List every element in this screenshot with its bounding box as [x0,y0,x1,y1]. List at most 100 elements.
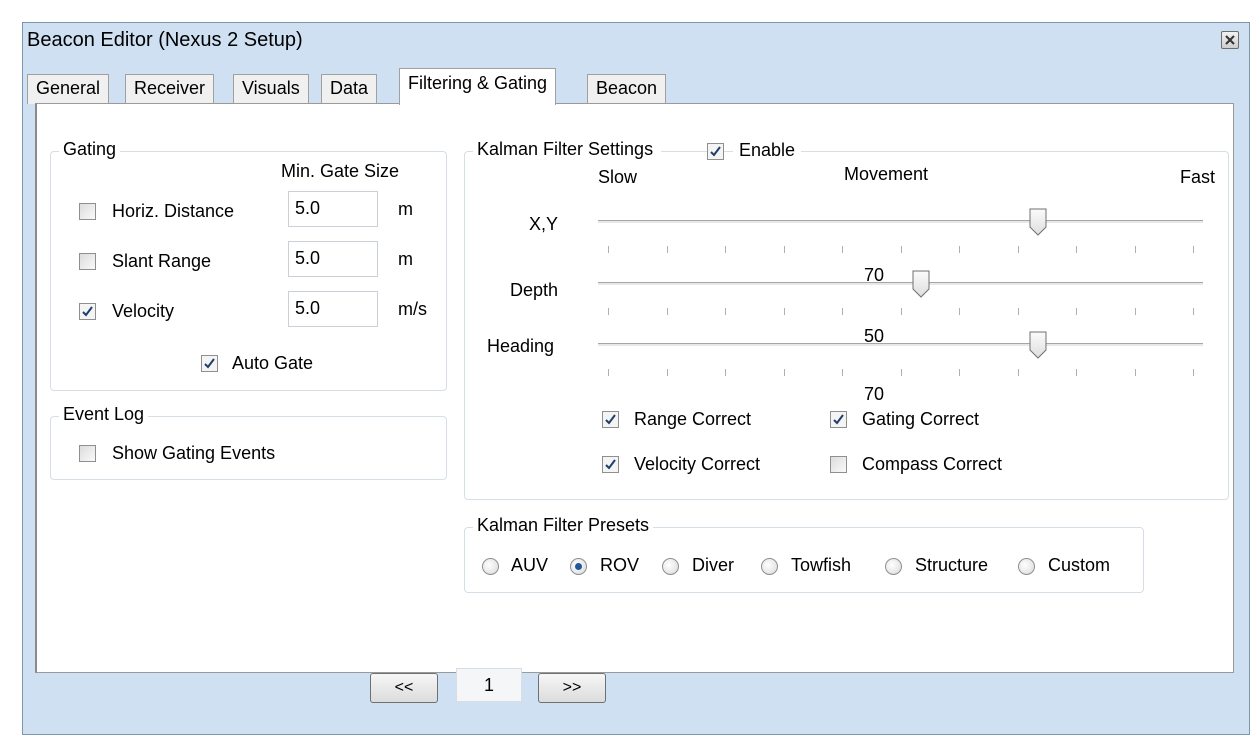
slider-tick [959,369,960,376]
gating-group-title: Gating [59,139,121,160]
window-title: Beacon Editor (Nexus 2 Setup) [27,29,303,51]
checkmark-icon [82,306,93,317]
gating-correct-checkbox[interactable] [830,411,847,428]
preset-auv-label: AUV [511,555,549,575]
tab-beacon[interactable]: Beacon [587,74,667,104]
tab-label: Receiver [134,78,206,98]
slider-scale-fast: Fast [1180,167,1216,187]
velocity-correct-checkbox[interactable] [602,456,619,473]
slider-tick [959,308,960,315]
tab-label: General [36,78,101,98]
depth-slider[interactable] [598,270,1203,328]
slider-tick [900,369,902,376]
gating-correct-label: Gating Correct [862,409,980,429]
slider-tick [1193,246,1194,253]
preset-rov-radio[interactable] [570,558,587,575]
tab-label: Beacon [596,78,658,98]
slider-tick [1134,369,1136,376]
slant-range-input[interactable]: 5.0 [288,241,378,277]
beacon-editor-window: Beacon Editor (Nexus 2 Setup) General Re… [22,22,1250,735]
slider-thumb[interactable] [1029,331,1047,359]
slider-tick [1017,369,1019,376]
checkmark-icon [605,414,616,425]
heading-slider-label: Heading [487,336,555,356]
next-page-button[interactable]: >> [538,673,606,703]
preset-custom-radio[interactable] [1018,558,1035,575]
tab-label: Data [330,78,369,98]
slider-tick [666,369,668,376]
preset-structure-radio[interactable] [885,558,902,575]
slant-range-checkbox[interactable] [79,253,96,270]
compass-correct-label: Compass Correct [862,454,1003,474]
tab-visuals[interactable]: Visuals [233,74,309,104]
kalman-enable-checkbox[interactable] [707,143,724,160]
auto-gate-checkbox[interactable] [201,355,218,372]
horiz-distance-unit: m [398,199,413,219]
slider-track[interactable] [598,343,1203,347]
preset-diver-radio[interactable] [662,558,679,575]
velocity-input[interactable]: 5.0 [288,291,378,327]
slider-tick [1193,369,1194,376]
show-gating-events-label: Show Gating Events [112,443,276,463]
heading-slider-value: 70 [864,384,885,404]
gating-group: Gating Min. Gate Size Horiz. Distance 5.… [50,139,447,391]
slider-scale-slow: Slow [598,167,638,187]
xy-slider-label: X,Y [529,214,559,234]
checkmark-icon [710,146,721,157]
close-icon [1225,35,1235,45]
xy-slider[interactable] [598,208,1203,266]
slider-tick [783,246,785,253]
slider-tick [1017,246,1019,253]
velocity-unit: m/s [398,299,427,319]
event-log-group: Event Log Show Gating Events [50,404,447,480]
kalman-filter-settings-title: Kalman Filter Settings [473,139,662,160]
checkmark-icon [204,358,215,369]
title-bar: Beacon Editor (Nexus 2 Setup) [23,23,1249,57]
close-button[interactable] [1221,31,1239,49]
horiz-distance-label: Horiz. Distance [112,201,235,221]
compass-correct-checkbox[interactable] [830,456,847,473]
kalman-title-text: Kalman Filter Settings [477,139,654,159]
horiz-distance-checkbox[interactable] [79,203,96,220]
page-number: 1 [456,668,522,702]
slider-tick [959,246,960,253]
tab-general[interactable]: General [27,74,110,104]
slider-track[interactable] [598,282,1203,286]
preset-rov-label: ROV [600,555,640,575]
slider-tick [725,246,726,253]
tab-data[interactable]: Data [321,74,378,104]
preset-auv-radio[interactable] [482,558,499,575]
slider-track[interactable] [598,220,1203,224]
velocity-checkbox[interactable] [79,303,96,320]
slider-tick [1017,308,1019,315]
heading-slider[interactable] [598,331,1203,389]
slider-tick [900,308,902,315]
slider-tick [900,246,902,253]
slider-thumb[interactable] [912,270,930,298]
checkmark-icon [605,459,616,470]
tab-filtering-gating[interactable]: Filtering & Gating [399,68,557,105]
slider-tick [842,369,843,376]
show-gating-events-checkbox[interactable] [79,445,96,462]
tab-label: Visuals [242,78,300,98]
preset-towfish-label: Towfish [791,555,852,575]
preset-towfish-radio[interactable] [761,558,778,575]
previous-page-button[interactable]: << [370,673,438,703]
slider-tick [842,308,843,315]
kalman-filter-presets-group: Kalman Filter Presets AUV ROV Diver Towf… [464,515,1144,593]
slider-tick [783,369,785,376]
auto-gate-label: Auto Gate [232,353,314,373]
slider-tick [1134,308,1136,315]
slider-tick [725,369,726,376]
preset-diver-label: Diver [692,555,735,575]
slant-range-unit: m [398,249,413,269]
slider-tick [1076,246,1077,253]
kalman-enable-label: Enable [733,140,802,161]
tab-receiver[interactable]: Receiver [125,74,215,104]
slider-scale-movement: Movement [844,164,929,184]
horiz-distance-input[interactable]: 5.0 [288,191,378,227]
velocity-label: Velocity [112,301,175,321]
slider-tick [1193,308,1194,315]
range-correct-checkbox[interactable] [602,411,619,428]
slider-thumb[interactable] [1029,208,1047,236]
